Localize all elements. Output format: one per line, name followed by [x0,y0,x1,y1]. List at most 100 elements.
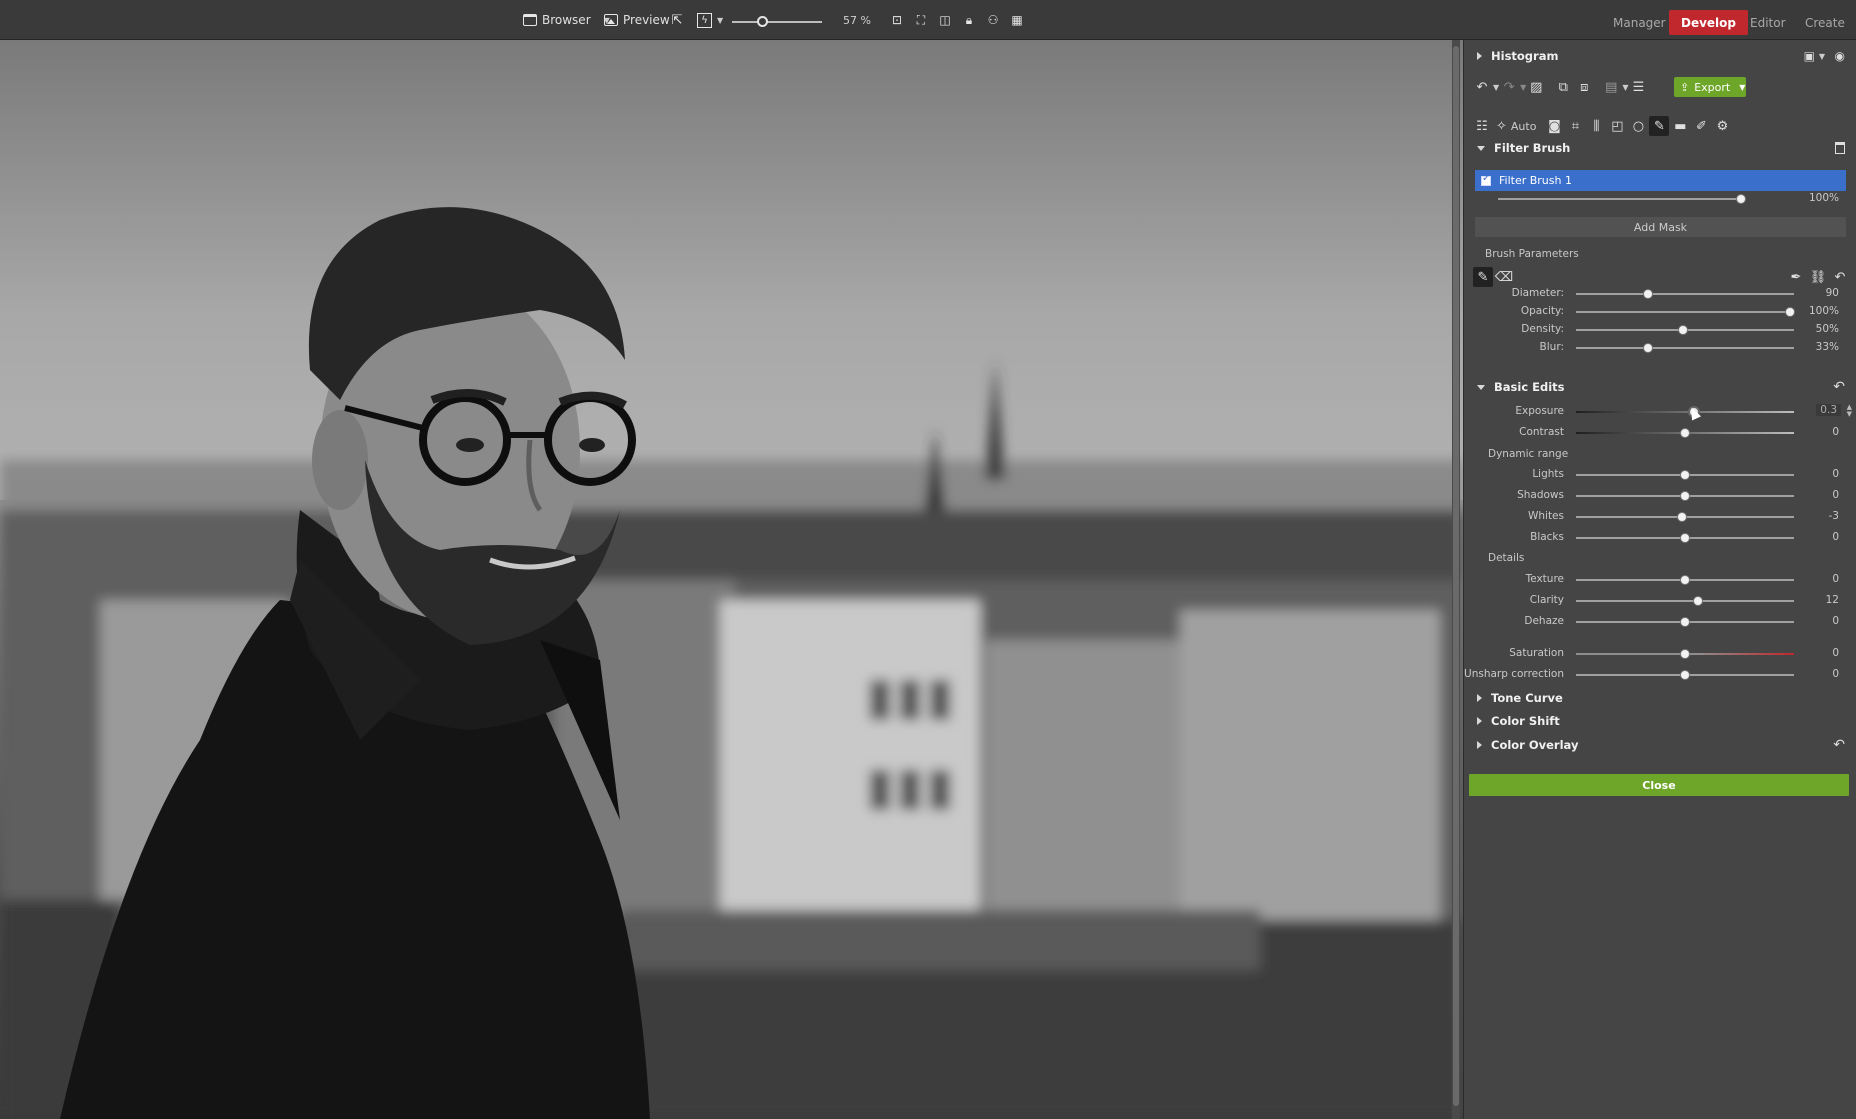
presets-icon[interactable]: ▤ [1601,77,1621,97]
slider-knob[interactable] [1784,307,1795,317]
export-button[interactable]: ⇪ Export ▼ [1674,77,1746,97]
reset-icon[interactable]: ↶ [1830,267,1850,287]
chevron-down-icon[interactable]: ▼ [717,16,723,25]
slider-value: 90 [1825,287,1839,299]
filter-brush-item[interactable]: Filter Brush 1 [1475,170,1846,191]
slider-label: Whites [1527,510,1564,522]
slider-track[interactable] [1576,600,1794,602]
image-icon[interactable]: ▨ [1526,77,1546,97]
dynamic-range-label: Dynamic range [1488,448,1569,460]
slider-knob[interactable] [1677,325,1688,335]
healing-icon[interactable]: ✐ [1691,116,1711,136]
slider-knob[interactable] [1680,575,1690,585]
external-window-icon[interactable]: ⇱ [667,10,687,30]
lock-icon[interactable]: 🔒︎ [959,10,979,30]
enable-checkbox[interactable] [1481,173,1491,186]
slider-label: Contrast [1519,426,1564,438]
slider-label: Opacity: [1520,305,1564,317]
trash-icon[interactable] [1835,142,1845,154]
frame-icon[interactable]: ◰ [1607,116,1627,136]
slider-knob[interactable] [1676,512,1687,522]
perspective-icon[interactable]: ⫼ [1586,116,1606,136]
slider-knob[interactable] [1680,491,1690,501]
browser-button[interactable]: Browser ▼ [523,0,610,40]
slider-knob[interactable] [1736,194,1746,204]
filter-brush-item-label: Filter Brush 1 [1499,174,1572,187]
slider-label: Dehaze [1524,615,1564,627]
slider-label: Blacks [1530,531,1564,543]
flash-icon[interactable]: ϟ [697,12,712,28]
grid-icon[interactable]: ▦ [1007,10,1027,30]
link-icon[interactable]: ⛓ [1808,267,1828,287]
paste-settings-icon[interactable]: ⧈ [1574,77,1594,97]
slider-track[interactable] [1576,411,1794,413]
zoom-slider-knob[interactable] [756,16,768,27]
color-overlay-header[interactable]: Color Overlay ↶ [1464,734,1856,756]
chevron-down-icon[interactable]: ▼ [1739,83,1745,92]
slider-track[interactable] [1576,311,1794,313]
chevron-down-icon[interactable]: ▼ [1819,52,1825,61]
slider-label: Texture [1525,573,1564,585]
target-icon[interactable]: ◉ [1835,49,1845,63]
settings-list-icon[interactable]: ☰ [1628,77,1648,97]
close-button[interactable]: Close [1469,774,1849,796]
slider-knob[interactable] [1642,343,1653,353]
slider-knob[interactable] [1680,670,1690,680]
redo-icon[interactable]: ↷ [1499,77,1519,97]
slider-knob[interactable] [1680,617,1690,627]
preview-button[interactable]: Preview [604,0,670,40]
fill-icon[interactable]: ⛶ [911,10,931,30]
gradient-filter-icon[interactable]: ▬ [1670,116,1690,136]
camera-icon[interactable]: ▣ [1804,49,1815,63]
mode-develop[interactable]: Develop [1669,10,1749,35]
mode-editor[interactable]: Editor [1738,10,1798,35]
export-icon: ⇪ [1680,80,1690,94]
slider-knob[interactable] [1680,533,1690,543]
slider-knob[interactable] [1680,428,1690,438]
tools-toolbar: ☷ ✧ Auto ◙ ⌗ ⫼ ◰ ○ ✎ ▬ ✐ ⚙ [1464,112,1856,140]
exposure-input[interactable]: 0.3 [1816,404,1841,416]
photo-canvas[interactable] [0,40,1463,1119]
sliders-icon[interactable]: ☷ [1472,116,1492,136]
copy-settings-icon[interactable]: ⧉ [1553,77,1573,97]
zoom-slider-track[interactable] [732,21,822,23]
slider-knob[interactable] [1693,596,1704,606]
fit-icon[interactable]: ⊡ [887,10,907,30]
wand-icon[interactable]: ✧ Auto [1493,116,1539,136]
color-shift-header[interactable]: Color Shift [1464,710,1856,732]
undo-icon[interactable]: ↶ [1472,77,1492,97]
slider-knob[interactable] [1680,470,1690,480]
crop-icon[interactable]: ⌗ [1565,116,1585,136]
scrollbar-thumb[interactable] [1453,46,1459,1106]
camera-icon[interactable]: ◙ [1544,116,1564,136]
add-mask-button[interactable]: Add Mask [1475,217,1846,237]
brush-icon[interactable]: ✎ [1649,116,1670,136]
slider-knob[interactable] [1642,289,1653,299]
slider-value: 100% [1808,192,1839,204]
person-icon[interactable]: ⚇ [983,10,1003,30]
brush-add-icon[interactable]: ✎ [1473,267,1493,287]
reset-icon[interactable]: ↶ [1833,379,1845,395]
histogram-header[interactable]: Histogram ▣ ▼ ◉ [1464,45,1856,67]
gear-icon[interactable]: ⚙ [1712,116,1732,136]
slider-track[interactable] [1576,293,1794,295]
spinner-icon[interactable]: ▲ ▼ [1847,404,1852,418]
radial-filter-icon[interactable]: ○ [1628,116,1648,136]
tone-curve-header[interactable]: Tone Curve [1464,687,1856,709]
slider-label: Exposure [1515,405,1564,417]
brush-erase-icon[interactable]: ⌫ [1494,267,1514,287]
mode-create[interactable]: Create [1793,10,1856,35]
photo-scrollbar[interactable] [1452,40,1460,1119]
mode-manager[interactable]: Manager [1601,10,1678,35]
basic-edits-header[interactable]: Basic Edits ↶ [1464,376,1856,398]
top-toolbar: Browser ▼ Preview ⇱ ϟ ▼ 57 % ⊡ ⛶ ◫ 🔒︎ ⚇ … [0,0,1856,40]
compare-icon[interactable]: ◫ [935,10,955,30]
reset-icon[interactable]: ↶ [1833,737,1845,753]
eyedropper-icon[interactable]: ✒ [1786,267,1806,287]
filter-brush-header[interactable]: Filter Brush [1464,137,1856,159]
slider-track[interactable] [1498,198,1741,200]
slider-knob[interactable] [1680,649,1690,659]
export-label: Export [1694,80,1731,94]
slider-track[interactable] [1576,347,1794,349]
preview-label: Preview [623,13,670,27]
